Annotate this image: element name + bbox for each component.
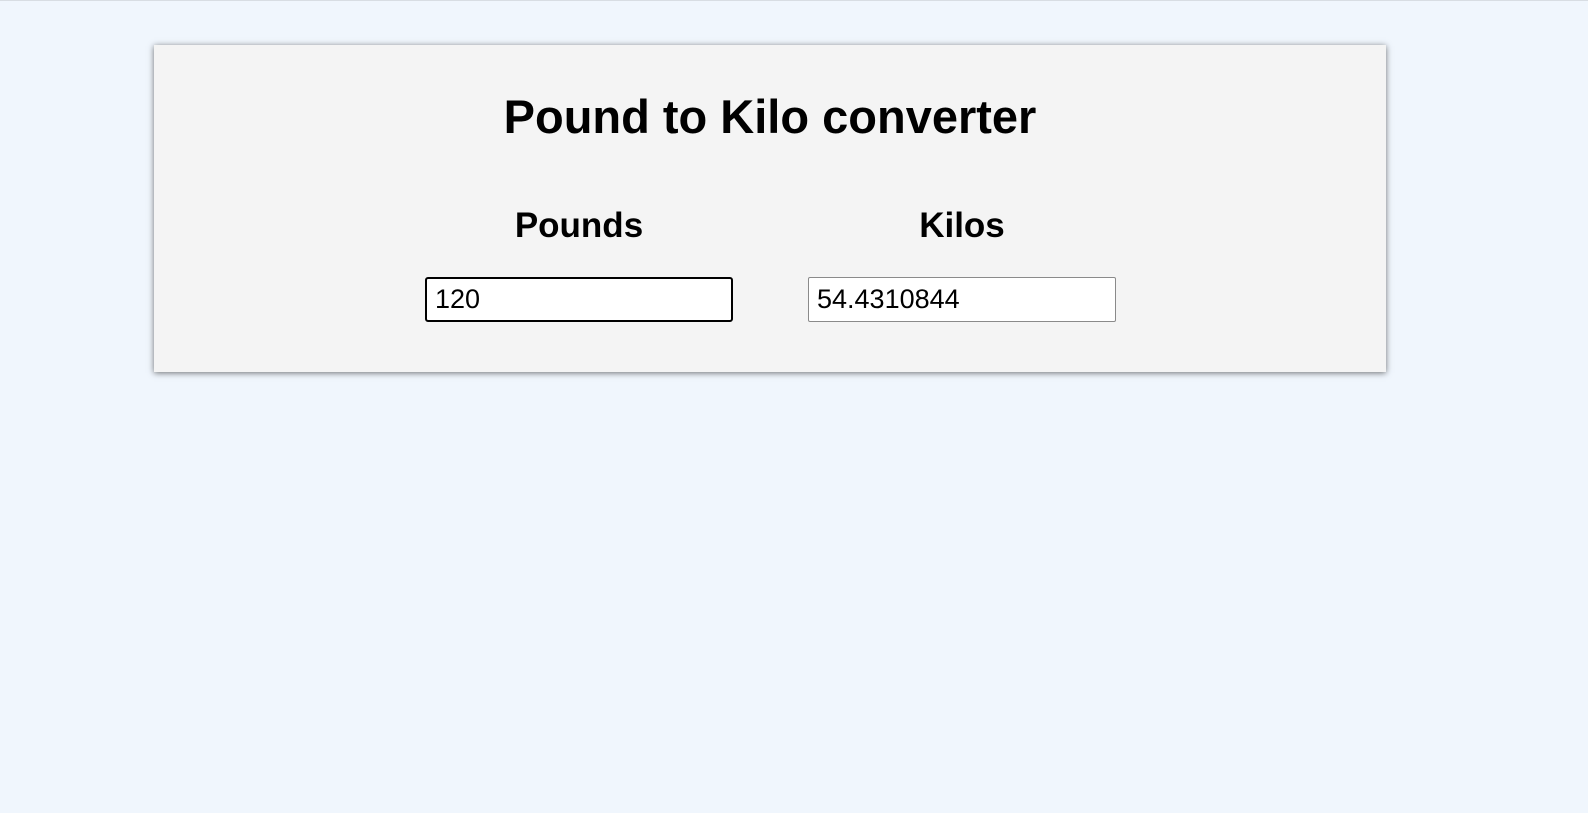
pounds-input[interactable] xyxy=(425,277,733,322)
page-title: Pound to Kilo converter xyxy=(503,90,1037,143)
kilos-label: Kilos xyxy=(919,206,1005,245)
pounds-label: Pounds xyxy=(514,206,644,245)
converter-card: Pound to Kilo converter Pounds Kilos xyxy=(154,45,1386,372)
kilos-field-group: Kilos xyxy=(808,205,1116,322)
pounds-field-group: Pounds xyxy=(425,205,733,322)
kilos-input[interactable] xyxy=(808,277,1116,322)
